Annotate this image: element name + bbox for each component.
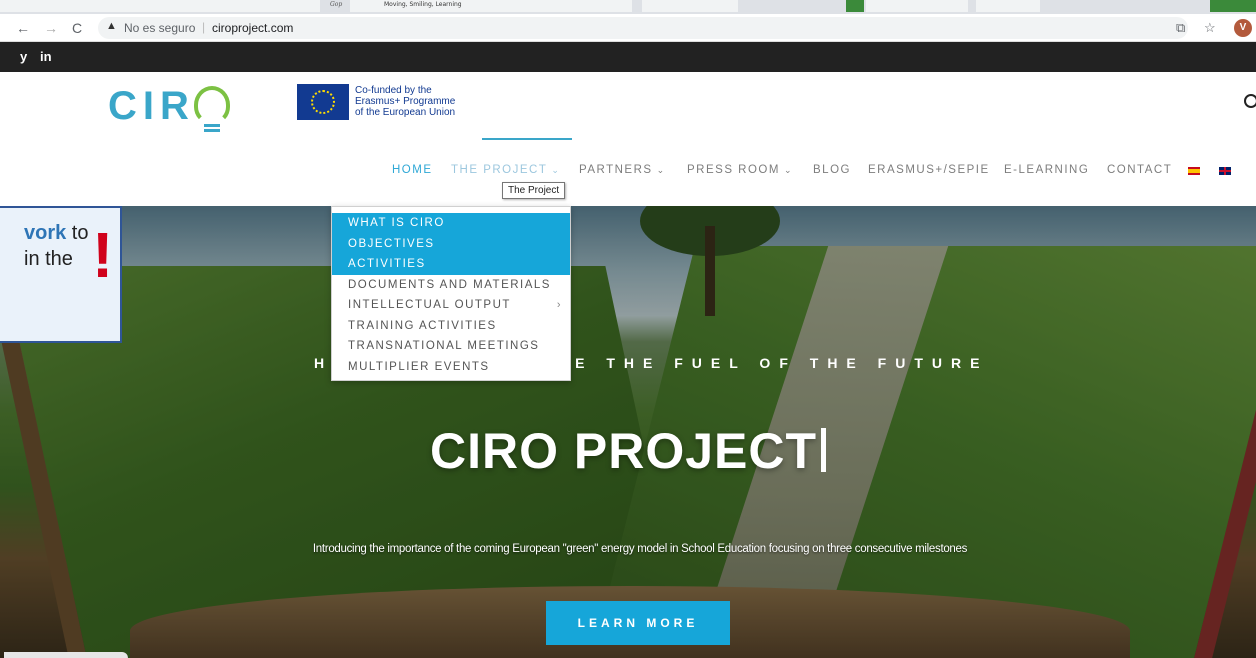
nav-item-partners[interactable]: PARTNERS ⌄ (579, 164, 666, 176)
chevron-down-icon: ⌄ (551, 165, 561, 175)
nav-item-label: PRESS ROOM (687, 164, 780, 176)
profile-avatar[interactable]: V (1234, 19, 1252, 37)
eu-text-line: Co-funded by the (355, 85, 432, 96)
lightbulb-base-icon (204, 124, 220, 127)
dropdown-item-objectives[interactable]: OBJECTIVES (332, 233, 570, 254)
callout-line1-rest: to (66, 222, 89, 244)
dropdown-item-intellectual-output[interactable]: INTELLECTUAL OUTPUT › (332, 295, 570, 316)
hero-subtitle-right: E THE FUEL OF THE FUTURE (575, 355, 989, 371)
hero-title-text: CIRO PROJECT (429, 423, 818, 479)
browser-address-bar: ← → C ▲ No es seguro | ciroproject.com ⧉… (0, 14, 1256, 42)
nav-item-label: THE PROJECT (451, 164, 548, 176)
social-bar: y in (0, 42, 1256, 72)
eu-text-line: of the European Union (355, 107, 456, 118)
dropdown-item-training-activities[interactable]: TRAINING ACTIVITIES (332, 316, 570, 337)
hero-section: HE THE FUEL OF THE FUTURE CIRO PROJECT I… (0, 206, 1256, 658)
dropdown-item-multiplier-events[interactable]: MULTIPLIER EVENTS (332, 357, 570, 378)
ciro-logo[interactable]: CIR (108, 80, 248, 140)
translate-icon[interactable]: ⧉ (1176, 20, 1185, 36)
main-nav: HOME THE PROJECT ⌄ PARTNERS ⌄ PRESS ROOM ⌄ … (0, 164, 1256, 184)
chevron-right-icon: › (556, 299, 562, 311)
tab-snippet-logo: Gop (330, 1, 343, 8)
browser-status-bar (4, 652, 128, 658)
dropdown-item-label: INTELLECTUAL OUTPUT (348, 299, 511, 311)
nav-item-press-room[interactable]: PRESS ROOM ⌄ (687, 164, 793, 176)
url-field[interactable]: ▲ No es seguro | ciroproject.com (98, 17, 1188, 39)
twitter-icon[interactable]: y (20, 49, 27, 64)
alert-exclamation-icon: ! (92, 219, 114, 291)
learn-more-button[interactable]: LEARN MORE (546, 601, 730, 645)
eu-text-line: Erasmus+ Programme (355, 96, 456, 107)
annotation-callout: vork to in the ! (0, 206, 122, 343)
nav-item-erasmus-sepie[interactable]: ERASMUS+/SEPIE (868, 164, 990, 176)
eu-flag-icon (297, 84, 349, 120)
chevron-down-icon: ⌄ (783, 165, 794, 175)
browser-tab-accent (846, 0, 864, 12)
nav-item-blog[interactable]: BLOG (813, 164, 851, 176)
site-header: CIR Co-funded by the Erasmus+ Programme … (0, 72, 1256, 206)
logo-text: CIR (108, 84, 195, 128)
english-flag-icon[interactable] (1219, 167, 1231, 175)
bookmark-star-icon[interactable]: ☆ (1204, 20, 1216, 36)
insecure-label[interactable]: No es seguro (124, 21, 195, 35)
warning-icon[interactable]: ▲ (106, 20, 117, 32)
typing-cursor (821, 428, 827, 472)
dropdown-item-what-is-ciro[interactable]: WHAT IS CIRO (332, 213, 570, 234)
browser-tab[interactable] (642, 0, 738, 12)
callout-keyword: vork (24, 222, 67, 244)
eu-stars-icon (311, 90, 335, 114)
erasmus-cofunding-text: Co-funded by the Erasmus+ Programme of t… (355, 85, 485, 118)
callout-line-1: vork to (24, 222, 89, 245)
nav-tooltip: The Project (502, 182, 566, 199)
nav-item-e-learning[interactable]: E-LEARNING (1004, 164, 1089, 176)
nav-item-home[interactable]: HOME (392, 164, 433, 176)
tab-snippet-text: Moving, Smiling, Learning (384, 1, 462, 8)
hero-title: CIRO PROJECT (0, 422, 1256, 480)
dropdown-item-activities[interactable]: ACTIVITIES (332, 254, 570, 275)
browser-tab[interactable] (0, 0, 320, 12)
spanish-flag-icon[interactable] (1188, 167, 1200, 175)
nav-item-the-project[interactable]: THE PROJECT ⌄ (451, 164, 560, 176)
header-divider (482, 138, 572, 140)
browser-tab[interactable] (976, 0, 1040, 12)
linkedin-icon[interactable]: in (40, 49, 52, 64)
search-icon[interactable] (1244, 94, 1256, 108)
dropdown-item-documents-and-materials[interactable]: DOCUMENTS AND MATERIALS (332, 275, 570, 296)
dropdown-item-transnational-meetings[interactable]: TRANSNATIONAL MEETINGS (332, 336, 570, 357)
reload-icon[interactable]: C (68, 19, 86, 37)
back-arrow-icon[interactable]: ← (14, 19, 32, 37)
hero-description: Introducing the importance of the coming… (312, 543, 968, 555)
lightbulb-icon (194, 86, 230, 124)
callout-line-2: in the (24, 248, 73, 270)
browser-tab[interactable] (866, 0, 968, 12)
browser-tab-accent (1210, 0, 1256, 12)
forward-arrow-icon[interactable]: → (42, 19, 60, 37)
url-text[interactable]: ciroproject.com (212, 21, 293, 35)
browser-tab-strip: Gop Moving, Smiling, Learning (0, 0, 1256, 14)
the-project-dropdown: WHAT IS CIRO OBJECTIVES ACTIVITIES DOCUM… (331, 206, 571, 381)
url-separator: | (202, 20, 206, 34)
chevron-down-icon: ⌄ (656, 165, 666, 175)
nav-item-label: PARTNERS (579, 164, 653, 176)
nav-item-contact[interactable]: CONTACT (1107, 164, 1172, 176)
